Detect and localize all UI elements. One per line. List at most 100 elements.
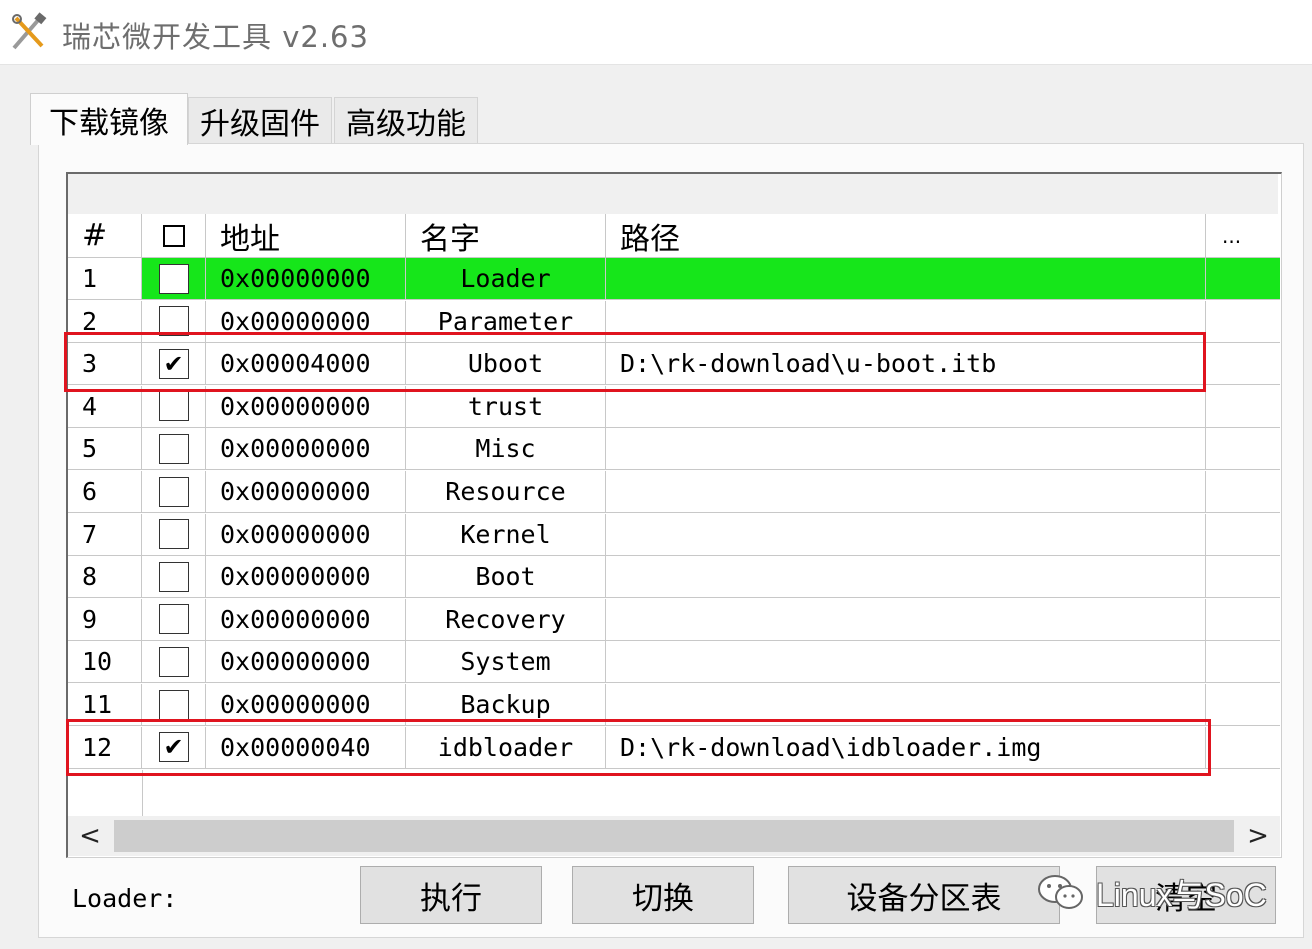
row-checkbox[interactable]: [158, 306, 189, 337]
row-name[interactable]: Boot: [406, 556, 606, 599]
row-checkbox-cell[interactable]: [142, 471, 206, 513]
table-row[interactable]: 12 ✔ 0x00000040 idbloader D:\rk-download\idb…: [68, 726, 1280, 769]
row-address[interactable]: 0x00000000: [206, 471, 406, 513]
switch-button[interactable]: 切换: [572, 866, 754, 924]
execute-button[interactable]: 执行: [360, 866, 542, 924]
row-path[interactable]: D:\rk-download\idbloader.img: [606, 726, 1206, 769]
row-name[interactable]: Resource: [406, 471, 606, 513]
row-checkbox-cell[interactable]: [142, 641, 206, 684]
row-name[interactable]: idbloader: [406, 726, 606, 769]
tab-advanced-functions[interactable]: 高级功能: [334, 97, 478, 143]
row-checkbox[interactable]: [158, 689, 189, 720]
row-checkbox[interactable]: [158, 519, 189, 550]
select-all-checkbox[interactable]: [162, 224, 185, 247]
row-more[interactable]: [1206, 727, 1280, 769]
row-checkbox[interactable]: [158, 476, 189, 507]
row-checkbox-cell[interactable]: [142, 385, 206, 428]
header-name[interactable]: 名字: [406, 214, 606, 258]
partition-table-button[interactable]: 设备分区表: [788, 866, 1060, 924]
row-address[interactable]: 0x00000000: [206, 684, 406, 726]
row-address[interactable]: 0x00000000: [206, 556, 406, 599]
horizontal-scrollbar[interactable]: < >: [68, 816, 1280, 856]
row-more[interactable]: [1206, 343, 1280, 386]
row-checkbox[interactable]: [158, 646, 189, 677]
row-more[interactable]: [1206, 641, 1280, 684]
row-address[interactable]: 0x00000000: [206, 300, 406, 343]
row-address[interactable]: 0x00000000: [206, 641, 406, 684]
table-row[interactable]: 1 0x00000000 Loader: [68, 258, 1280, 300]
table-row[interactable]: 5 0x00000000 Misc: [68, 428, 1280, 471]
row-checkbox[interactable]: [158, 561, 189, 592]
row-path[interactable]: [606, 428, 1206, 471]
row-checkbox[interactable]: [158, 433, 189, 464]
row-name[interactable]: Parameter: [406, 300, 606, 343]
row-name[interactable]: Loader: [406, 258, 606, 300]
row-more[interactable]: [1206, 258, 1280, 300]
row-path[interactable]: [606, 471, 1206, 513]
scroll-left-icon[interactable]: <: [68, 816, 112, 856]
header-num[interactable]: #: [68, 214, 142, 258]
row-path[interactable]: [606, 556, 1206, 599]
row-name[interactable]: System: [406, 641, 606, 684]
table-row[interactable]: 4 0x00000000 trust: [68, 385, 1280, 428]
row-checkbox-cell[interactable]: [142, 556, 206, 599]
row-path[interactable]: [606, 684, 1206, 726]
row-checkbox[interactable]: ✔: [158, 732, 189, 763]
row-address[interactable]: 0x00000040: [206, 726, 406, 769]
header-path[interactable]: 路径: [606, 214, 1206, 258]
row-more[interactable]: [1206, 684, 1280, 726]
row-address[interactable]: 0x00000000: [206, 258, 406, 300]
row-name[interactable]: trust: [406, 385, 606, 428]
scroll-right-icon[interactable]: >: [1236, 816, 1280, 856]
table-row[interactable]: 6 0x00000000 Resource: [68, 471, 1280, 513]
tab-download-image[interactable]: 下载镜像: [30, 93, 188, 145]
row-path[interactable]: [606, 598, 1206, 641]
row-checkbox-cell[interactable]: [142, 598, 206, 641]
row-checkbox-cell[interactable]: [142, 428, 206, 471]
row-path[interactable]: [606, 300, 1206, 343]
header-select-all[interactable]: [142, 214, 206, 258]
row-checkbox[interactable]: [158, 391, 189, 422]
row-more[interactable]: [1206, 556, 1280, 599]
table-row[interactable]: 8 0x00000000 Boot: [68, 556, 1280, 599]
scroll-thumb[interactable]: [114, 820, 1234, 852]
row-path[interactable]: [606, 258, 1206, 300]
row-more[interactable]: [1206, 301, 1280, 343]
row-more[interactable]: [1206, 514, 1280, 556]
row-address[interactable]: 0x00000000: [206, 598, 406, 641]
tab-upgrade-firmware[interactable]: 升级固件: [188, 97, 332, 143]
row-path[interactable]: [606, 641, 1206, 684]
table-row[interactable]: 2 0x00000000 Parameter: [68, 300, 1280, 343]
row-more[interactable]: [1206, 599, 1280, 641]
row-name[interactable]: Uboot: [406, 343, 606, 386]
row-more[interactable]: [1206, 428, 1280, 471]
header-address[interactable]: 地址: [206, 214, 406, 258]
row-checkbox-cell[interactable]: [142, 300, 206, 343]
row-checkbox[interactable]: ✔: [158, 348, 189, 379]
table-row[interactable]: 11 0x00000000 Backup: [68, 684, 1280, 726]
header-more[interactable]: ...: [1206, 214, 1280, 258]
table-row[interactable]: 7 0x00000000 Kernel: [68, 513, 1280, 556]
row-checkbox-cell[interactable]: ✔: [142, 726, 206, 769]
row-address[interactable]: 0x00000000: [206, 513, 406, 556]
row-path[interactable]: D:\rk-download\u-boot.itb: [606, 343, 1206, 386]
row-checkbox-cell[interactable]: [142, 513, 206, 556]
row-checkbox-cell[interactable]: [142, 684, 206, 726]
row-name[interactable]: Kernel: [406, 513, 606, 556]
table-row[interactable]: 9 0x00000000 Recovery: [68, 598, 1280, 641]
row-address[interactable]: 0x00000000: [206, 428, 406, 471]
row-path[interactable]: [606, 513, 1206, 556]
row-address[interactable]: 0x00000000: [206, 385, 406, 428]
row-more[interactable]: [1206, 471, 1280, 513]
row-name[interactable]: Recovery: [406, 598, 606, 641]
row-name[interactable]: Backup: [406, 684, 606, 726]
row-more[interactable]: [1206, 386, 1280, 428]
row-name[interactable]: Misc: [406, 428, 606, 471]
row-checkbox[interactable]: [158, 604, 189, 635]
row-path[interactable]: [606, 385, 1206, 428]
table-row[interactable]: 3 ✔ 0x00004000 Uboot D:\rk-download\u-boot.i…: [68, 343, 1280, 386]
table-row[interactable]: 10 0x00000000 System: [68, 641, 1280, 684]
row-checkbox[interactable]: [158, 263, 189, 294]
row-address[interactable]: 0x00004000: [206, 343, 406, 386]
row-checkbox-cell[interactable]: [142, 258, 206, 300]
